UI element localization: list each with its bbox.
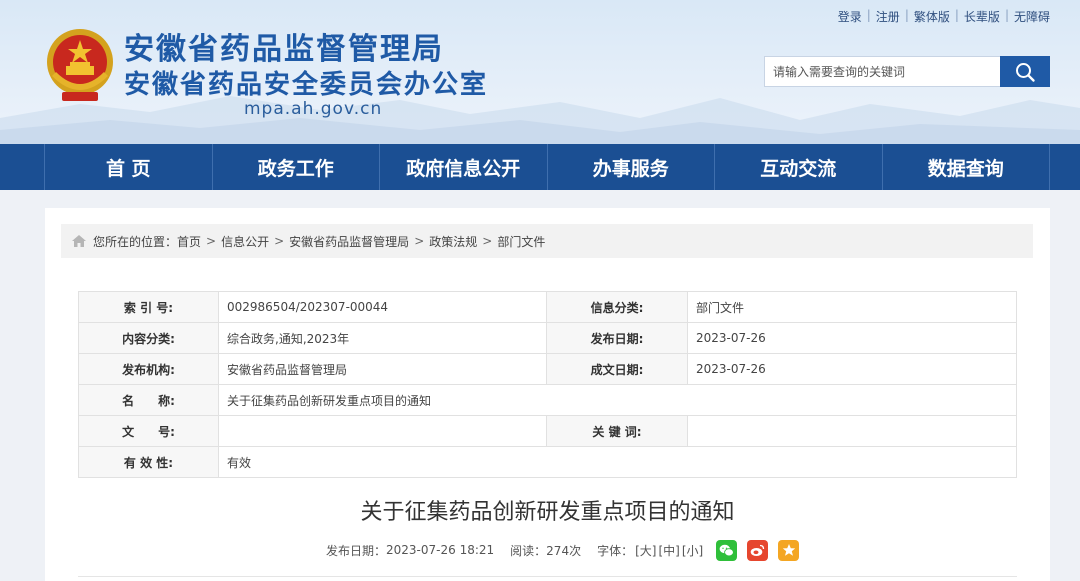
table-row: 文 号: 关 键 词:	[78, 415, 1017, 447]
org-label: 发布机构:	[78, 353, 219, 385]
table-row: 有 效 性: 有效	[78, 446, 1017, 478]
link-separator: |	[866, 8, 871, 22]
org-value: 安徽省药品监督管理局	[218, 353, 547, 385]
publish-date-value: 2023-07-26	[687, 322, 1017, 354]
table-row: 名 称: 关于征集药品创新研发重点项目的通知	[78, 384, 1017, 416]
written-date-value: 2023-07-26	[687, 353, 1017, 385]
breadcrumb-separator: >	[206, 234, 217, 248]
search-input[interactable]	[764, 56, 1000, 87]
article-info-bar: 发布日期： 2023-07-26 18:21 阅读： 274次 字体： [大] …	[326, 539, 800, 561]
site-title-primary: 安徽省药品监督管理局	[124, 32, 444, 67]
traditional-chinese-link[interactable]: 繁体版	[914, 8, 950, 25]
search-icon	[1016, 62, 1035, 82]
validity-label: 有 效 性:	[78, 446, 219, 478]
name-value: 关于征集药品创新研发重点项目的通知	[218, 384, 1017, 416]
nav-item-services[interactable]: 办事服务	[546, 144, 715, 190]
doc-number-value	[218, 415, 547, 447]
main-nav: 首 页 政务工作 政府信息公开 办事服务 互动交流 数据查询	[0, 144, 1080, 190]
nav-item-interaction[interactable]: 互动交流	[714, 144, 882, 190]
share-wechat-button[interactable]	[716, 539, 738, 561]
table-row: 索 引 号: 002986504/202307-00044 信息分类: 部门文件	[78, 291, 1017, 323]
top-links: 登录 | 注册 | 繁体版 | 长辈版 | 无障碍	[838, 8, 1050, 25]
search-button[interactable]	[1000, 56, 1050, 87]
nav-item-data-query[interactable]: 数据查询	[881, 144, 1050, 190]
index-label: 索 引 号:	[78, 291, 219, 323]
breadcrumb-policies[interactable]: 政策法规	[429, 233, 477, 250]
article-title: 关于征集药品创新研发重点项目的通知	[360, 500, 735, 525]
font-medium-button[interactable]: [中]	[658, 542, 679, 559]
login-link[interactable]: 登录	[838, 8, 862, 25]
star-icon	[782, 544, 795, 556]
accessibility-link[interactable]: 无障碍	[1014, 8, 1050, 25]
table-row: 发布机构: 安徽省药品监督管理局 成文日期: 2023-07-26	[78, 353, 1017, 385]
search-box	[764, 56, 1050, 87]
register-link[interactable]: 注册	[876, 8, 900, 25]
validity-value: 有效	[218, 446, 1017, 478]
breadcrumb-separator: >	[482, 234, 493, 248]
nav-item-government-affairs[interactable]: 政务工作	[211, 144, 380, 190]
breadcrumb-department-docs[interactable]: 部门文件	[497, 233, 545, 250]
breadcrumb-home[interactable]: 首页	[177, 233, 201, 250]
keywords-label: 关 键 词:	[546, 415, 688, 447]
nav-item-information-disclosure[interactable]: 政府信息公开	[379, 144, 547, 190]
breadcrumb-separator: >	[414, 234, 425, 248]
doc-number-label: 文 号:	[78, 415, 219, 447]
publish-time: 2023-07-26 18:21	[386, 543, 495, 557]
category-label: 信息分类:	[546, 291, 688, 323]
site-title-secondary: 安徽省药品安全委员会办公室	[124, 70, 489, 100]
link-separator: |	[904, 8, 909, 22]
site-domain: mpa.ah.gov.cn	[244, 99, 383, 119]
table-row: 内容分类: 综合政务,通知,2023年 发布日期: 2023-07-26	[78, 322, 1017, 354]
wechat-icon	[719, 544, 735, 556]
keywords-value	[687, 415, 1017, 447]
publish-label: 发布日期：	[326, 543, 387, 558]
document-meta-table: 索 引 号: 002986504/202307-00044 信息分类: 部门文件…	[78, 291, 1017, 478]
breadcrumb-separator: >	[274, 234, 285, 248]
category-value: 部门文件	[687, 291, 1017, 323]
link-separator: |	[1004, 8, 1009, 22]
breadcrumb-info-disclosure[interactable]: 信息公开	[221, 233, 269, 250]
views-label: 阅读：	[510, 543, 547, 558]
font-small-button[interactable]: [小]	[682, 542, 703, 559]
views-count: 274次	[546, 543, 582, 558]
content-panel: 您所在的位置： 首页 > 信息公开 > 安徽省药品监督管理局 > 政策法规 > …	[45, 208, 1050, 581]
divider	[78, 576, 1017, 577]
content-type-value: 综合政务,通知,2023年	[218, 322, 547, 354]
nav-item-home[interactable]: 首 页	[44, 144, 212, 190]
name-label: 名 称:	[78, 384, 219, 416]
elderly-mode-link[interactable]: 长辈版	[964, 8, 1000, 25]
home-icon	[72, 235, 86, 247]
share-qzone-button[interactable]	[778, 539, 800, 561]
font-large-button[interactable]: [大]	[635, 542, 656, 559]
content-type-label: 内容分类:	[78, 322, 219, 354]
font-size-label: 字体：	[597, 543, 634, 558]
publish-date-label: 发布日期:	[546, 322, 688, 354]
breadcrumb-prefix: 您所在的位置：	[93, 234, 178, 249]
breadcrumb-bureau[interactable]: 安徽省药品监督管理局	[289, 233, 409, 250]
index-value: 002986504/202307-00044	[218, 291, 547, 323]
share-weibo-button[interactable]	[747, 539, 769, 561]
link-separator: |	[954, 8, 959, 22]
breadcrumb: 您所在的位置： 首页 > 信息公开 > 安徽省药品监督管理局 > 政策法规 > …	[61, 224, 1033, 258]
national-emblem-icon	[47, 29, 113, 101]
site-header: 安徽省药品监督管理局 安徽省药品安全委员会办公室 mpa.ah.gov.cn 登…	[0, 0, 1080, 144]
written-date-label: 成文日期:	[546, 353, 688, 385]
weibo-icon	[750, 544, 765, 556]
